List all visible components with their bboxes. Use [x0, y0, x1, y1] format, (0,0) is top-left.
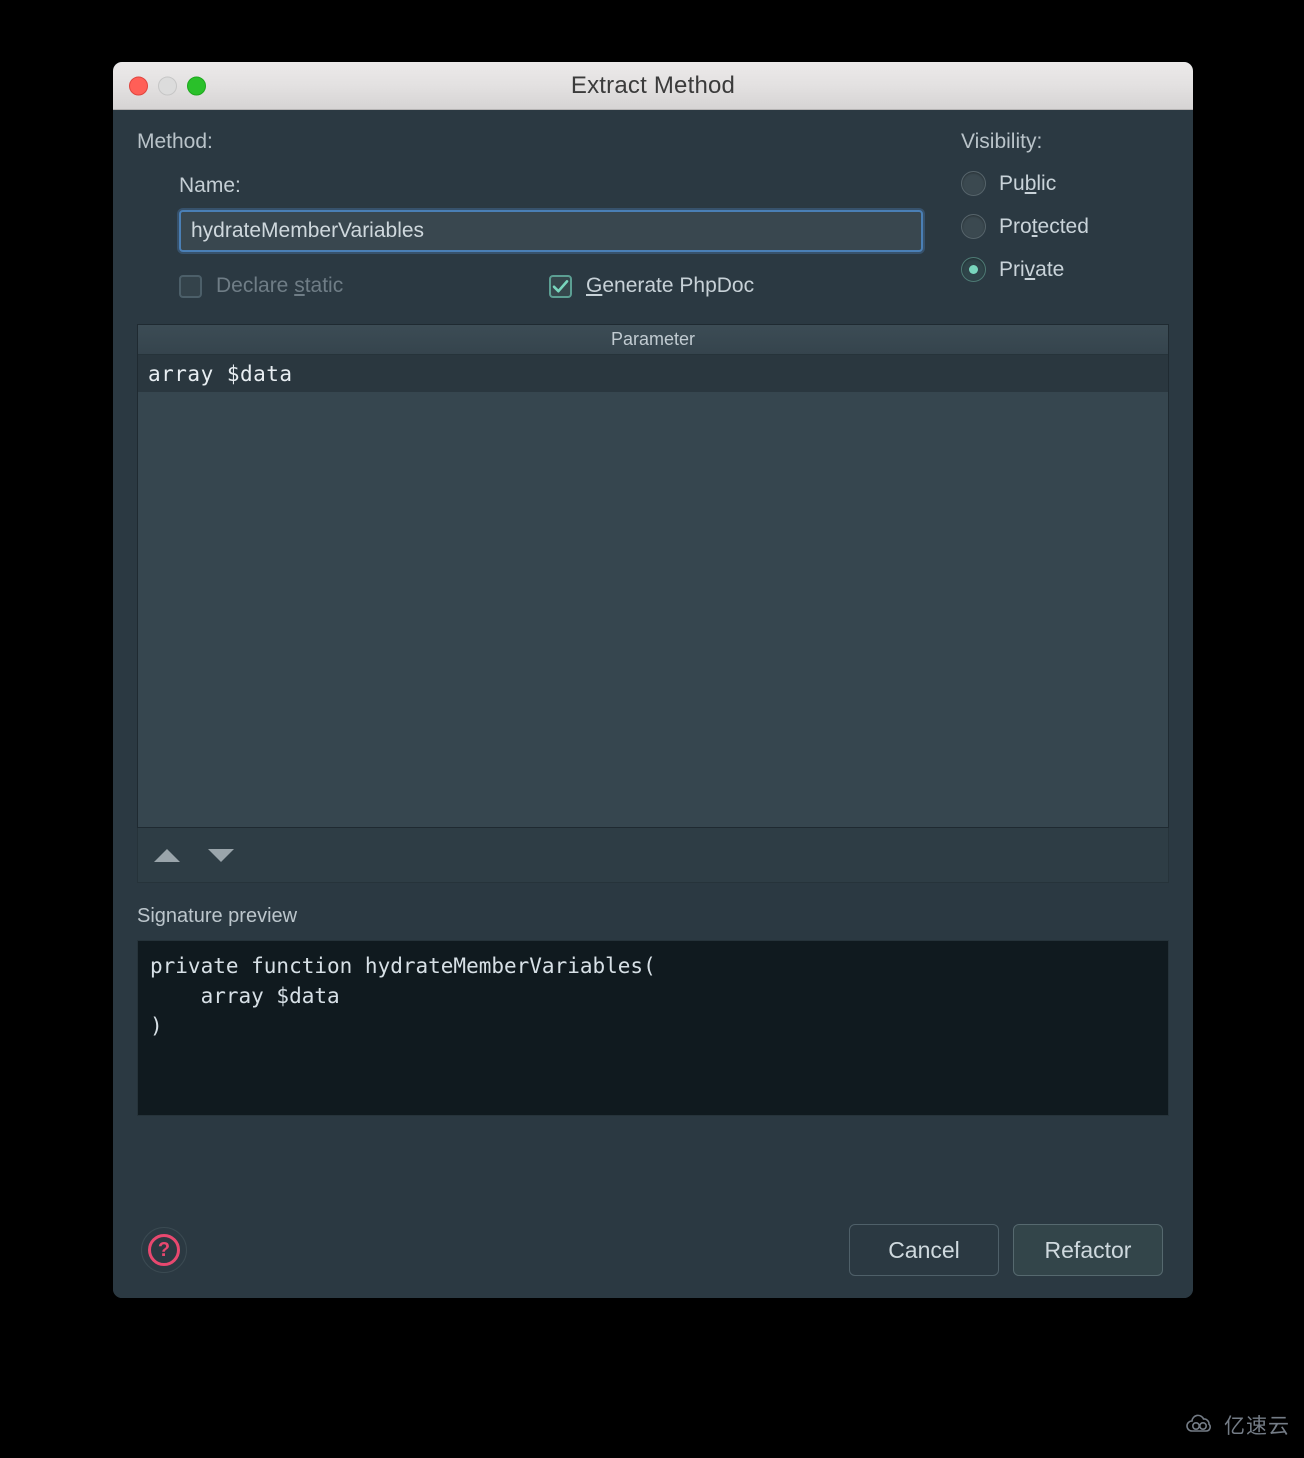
visibility-option-public[interactable]: Public — [961, 171, 1169, 196]
cloud-logo-icon — [1186, 1414, 1211, 1432]
name-field-wrapper — [179, 210, 955, 252]
radio-public[interactable] — [961, 171, 986, 196]
table-row[interactable]: array $data — [138, 355, 1168, 392]
visibility-private-mnemonic: v — [1024, 257, 1036, 281]
watermark-text: 亿速云 — [1224, 1414, 1290, 1438]
visibility-private-label: Private — [999, 258, 1064, 282]
visibility-public-suffix: lic — [1036, 171, 1057, 195]
watermark: 亿速云 — [1184, 1410, 1290, 1440]
maximize-window-button[interactable] — [187, 76, 206, 95]
signature-preview-label: Signature preview — [137, 905, 298, 927]
visibility-option-protected[interactable]: Protected — [961, 214, 1169, 239]
visibility-section: Visibility: Public Protected Private — [955, 130, 1169, 300]
help-button[interactable]: ? — [141, 1227, 187, 1273]
signature-preview-code: private function hydrateMemberVariables(… — [137, 940, 1169, 1116]
declare-static-checkbox[interactable] — [179, 274, 202, 298]
parameter-table-header[interactable]: Parameter — [138, 325, 1168, 355]
visibility-group-label: Visibility: — [961, 130, 1043, 153]
generate-phpdoc-label: Generate PhpDoc — [586, 274, 754, 298]
generate-phpdoc-checkbox[interactable] — [549, 274, 572, 298]
visibility-protected-prefix: Pro — [999, 214, 1032, 238]
visibility-protected-suffix: ected — [1037, 214, 1089, 238]
refactor-button[interactable]: Refactor — [1013, 1224, 1163, 1276]
radio-dot — [969, 265, 978, 274]
declare-static-label-suffix: tatic — [304, 274, 344, 297]
question-mark-icon: ? — [148, 1234, 180, 1266]
visibility-option-private[interactable]: Private — [961, 257, 1169, 282]
declare-static-label-mnemonic: s — [294, 274, 305, 297]
parameter-cell-value: array $data — [148, 361, 293, 386]
move-parameter-down-button[interactable] — [206, 840, 236, 870]
triangle-down-icon — [208, 848, 234, 862]
radio-protected[interactable] — [961, 214, 986, 239]
parameter-table[interactable]: Parameter array $data — [137, 324, 1169, 828]
name-field-label: Name: — [179, 174, 241, 197]
extract-method-dialog: Extract Method Method: Name: Declare sta… — [113, 62, 1193, 1298]
cancel-button[interactable]: Cancel — [849, 1224, 999, 1276]
parameter-reorder-toolbar — [137, 828, 1169, 883]
dialog-footer: ? Cancel Refactor — [113, 1202, 1193, 1298]
method-section: Method: Name: Declare static — [137, 130, 955, 300]
parameter-column-header: Parameter — [610, 329, 696, 349]
window-title: Extract Method — [570, 71, 736, 99]
radio-private[interactable] — [961, 257, 986, 282]
close-window-button[interactable] — [129, 76, 148, 95]
visibility-private-suffix: ate — [1035, 257, 1065, 281]
checkmark-icon — [552, 279, 569, 292]
dialog-body: Method: Name: Declare static — [113, 110, 1193, 1298]
move-parameter-up-button[interactable] — [152, 840, 182, 870]
visibility-public-mnemonic: b — [1024, 171, 1037, 195]
window-title-bar[interactable]: Extract Method — [113, 62, 1193, 110]
declare-static-checkbox-item[interactable]: Declare static — [179, 274, 549, 298]
visibility-public-label: Public — [999, 172, 1056, 196]
triangle-up-icon — [154, 848, 180, 862]
generate-phpdoc-label-suffix: enerate PhpDoc — [602, 274, 755, 297]
method-group-label: Method: — [137, 130, 213, 153]
visibility-public-prefix: Pu — [999, 171, 1025, 195]
method-options-row: Declare static Generate PhpDoc — [179, 274, 955, 298]
declare-static-label-prefix: Declare — [216, 274, 295, 297]
declare-static-label: Declare static — [216, 274, 343, 298]
generate-phpdoc-label-mnemonic: G — [586, 274, 603, 297]
generate-phpdoc-checkbox-item[interactable]: Generate PhpDoc — [549, 274, 754, 298]
method-and-visibility-row: Method: Name: Declare static — [113, 110, 1193, 300]
window-controls — [129, 76, 206, 95]
parameter-list[interactable]: array $data — [138, 355, 1168, 827]
visibility-private-prefix: Pri — [999, 257, 1025, 281]
minimize-window-button[interactable] — [158, 76, 177, 95]
visibility-protected-label: Protected — [999, 215, 1089, 239]
method-name-input[interactable] — [179, 210, 923, 252]
